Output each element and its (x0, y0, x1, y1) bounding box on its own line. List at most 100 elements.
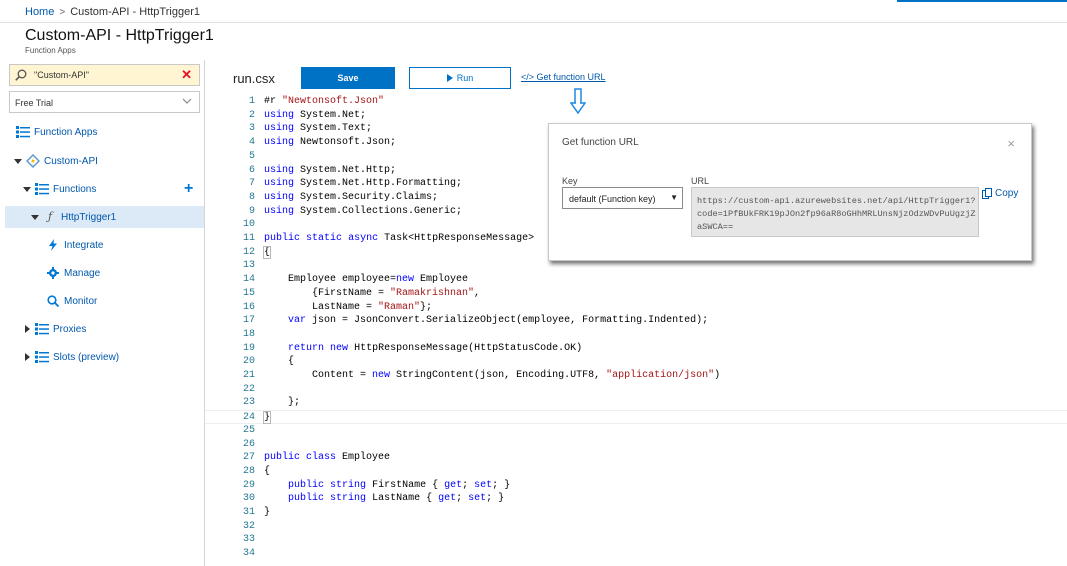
code-line[interactable]: 28 { (205, 465, 1067, 479)
code-text: } (262, 411, 272, 425)
code-text: public class Employee (264, 452, 391, 464)
line-number: 5 (248, 150, 255, 162)
sidebar-item-slots[interactable]: Slots (preview) (23, 346, 119, 368)
line-number: 4 (248, 137, 255, 149)
dialog-title: Get function URL (562, 137, 639, 148)
chevron-down-icon (182, 98, 192, 104)
list-icon (35, 351, 49, 363)
line-number: 29 (242, 479, 255, 491)
code-line[interactable]: 31} (205, 506, 1067, 520)
code-line[interactable]: 26 (205, 438, 1067, 452)
line-number: 8 (248, 191, 255, 203)
add-function-button[interactable]: + (184, 181, 193, 197)
code-line[interactable]: 20 { (205, 355, 1067, 369)
search-value: "Custom-API" (34, 70, 89, 80)
play-icon (446, 74, 453, 82)
copy-button[interactable]: Copy (982, 188, 1018, 199)
code-line[interactable]: 22 (205, 383, 1067, 397)
run-button-label: Run (456, 73, 474, 83)
line-number: 17 (242, 315, 255, 327)
code-line[interactable]: 32 (205, 520, 1067, 534)
code-line[interactable]: 29 public string FirstName { get; set; } (205, 479, 1067, 493)
copy-icon (982, 188, 992, 199)
code-line[interactable]: 34 (205, 547, 1067, 561)
line-number: 7 (248, 178, 255, 190)
code-line[interactable]: 1 #r "Newtonsoft.Json" (205, 95, 1067, 109)
sidebar-item-function-apps[interactable]: Function Apps (16, 121, 97, 143)
page-title: Custom-API - HttpTrigger1 (25, 27, 214, 44)
code-line[interactable]: 30 public string LastName { get; set; } (205, 492, 1067, 506)
breadcrumb: Home > Custom-API - HttpTrigger1 (0, 0, 1067, 23)
code-line[interactable]: 24} (205, 410, 1067, 425)
expanded-triangle-icon (23, 187, 31, 192)
sidebar-item-httptrigger1[interactable]: ƒ HttpTrigger1 (5, 206, 204, 228)
breadcrumb-current[interactable]: Custom-API - HttpTrigger1 (70, 6, 200, 18)
breadcrumb-home-link[interactable]: Home (25, 6, 54, 18)
line-number: 12 (242, 246, 255, 258)
line-number: 33 (242, 534, 255, 546)
line-number: 34 (242, 548, 255, 560)
key-select[interactable]: default (Function key) ▼ (562, 187, 683, 209)
code-line[interactable]: 25 (205, 424, 1067, 438)
code-line[interactable]: 19 return new HttpResponseMessage(HttpSt… (205, 342, 1067, 356)
code-text: public static async Task<HttpResponseMes… (264, 233, 535, 244)
code-line[interactable]: 21 Content = new StringContent(json, Enc… (205, 369, 1067, 383)
code-line[interactable]: 16 LastName = "Raman"}; (205, 301, 1067, 315)
search-input[interactable]: "Custom-API" ✕ (9, 64, 200, 86)
sidebar-item-label: Monitor (64, 295, 98, 307)
search-icon (47, 295, 60, 308)
line-number: 24 (242, 412, 255, 424)
list-icon (35, 183, 49, 195)
line-number: 30 (242, 493, 255, 505)
url-label: URL (691, 176, 710, 186)
function-icon: ƒ (47, 210, 53, 223)
sidebar-item-label: Function Apps (34, 126, 98, 138)
close-icon[interactable]: ✕ (181, 67, 192, 83)
sidebar-item-manage[interactable]: Manage (46, 262, 100, 284)
code-line[interactable]: 2 using System.Net; (205, 109, 1067, 123)
close-icon[interactable]: × (1007, 136, 1015, 151)
subscription-select[interactable]: Free Trial (9, 91, 200, 113)
expanded-triangle-icon (31, 215, 39, 220)
code-line[interactable]: 17 var json = JsonConvert.SerializeObjec… (205, 314, 1067, 328)
line-number: 15 (242, 287, 255, 299)
code-line[interactable]: 15 {FirstName = "Ramakrishnan", (205, 287, 1067, 301)
sidebar-item-custom-api[interactable]: Custom-API (14, 150, 98, 172)
line-number: 3 (248, 123, 255, 135)
code-line[interactable]: 14 Employee employee=new Employee (205, 273, 1067, 287)
breadcrumb-separator: > (59, 7, 66, 18)
sidebar-item-label: Functions (53, 183, 97, 195)
code-text: LastName = "Raman"}; (264, 301, 433, 313)
line-number: 25 (242, 424, 255, 436)
code-text: using System.Security.Claims; (264, 191, 439, 203)
code-text: public string FirstName { get; set; } (288, 479, 511, 491)
url-field[interactable]: https://custom-api.azurewebsites.net/api… (691, 187, 979, 237)
code-line[interactable]: 23 }; (205, 396, 1067, 410)
line-number: 27 (242, 452, 255, 464)
run-button[interactable]: Run (409, 67, 511, 89)
line-number: 22 (242, 383, 255, 395)
code-line[interactable]: 27 public class Employee (205, 451, 1067, 465)
sidebar-item-label: Integrate (64, 239, 104, 251)
subscription-value: Free Trial (15, 98, 54, 108)
code-text: using System.Net.Http; (264, 164, 397, 176)
sidebar-item-integrate[interactable]: Integrate (46, 234, 103, 256)
code-line[interactable]: 18 (205, 328, 1067, 342)
line-number: 13 (242, 260, 255, 272)
code-line[interactable]: 33 (205, 533, 1067, 547)
sidebar-item-label: Custom-API (44, 155, 98, 167)
sidebar-item-label: Slots (preview) (53, 351, 120, 363)
key-label: Key (562, 176, 578, 186)
get-function-url-link[interactable]: </> Get function URL (521, 72, 606, 82)
sidebar-item-proxies[interactable]: Proxies (23, 318, 86, 340)
sidebar-item-monitor[interactable]: Monitor (46, 290, 97, 312)
code-line[interactable]: 13 (205, 259, 1067, 273)
line-number: 10 (242, 219, 255, 231)
collapsed-triangle-icon (25, 353, 30, 361)
code-text: {FirstName = "Ramakrishnan", (264, 287, 481, 299)
sidebar-item-functions[interactable]: Functions (23, 178, 96, 200)
search-icon (15, 69, 27, 81)
code-text: using System.Net; (264, 109, 367, 121)
azure-portal-window: Home > Custom-API - HttpTrigger1 Custom-AP… (0, 0, 1067, 566)
save-button[interactable]: Save (301, 67, 395, 89)
